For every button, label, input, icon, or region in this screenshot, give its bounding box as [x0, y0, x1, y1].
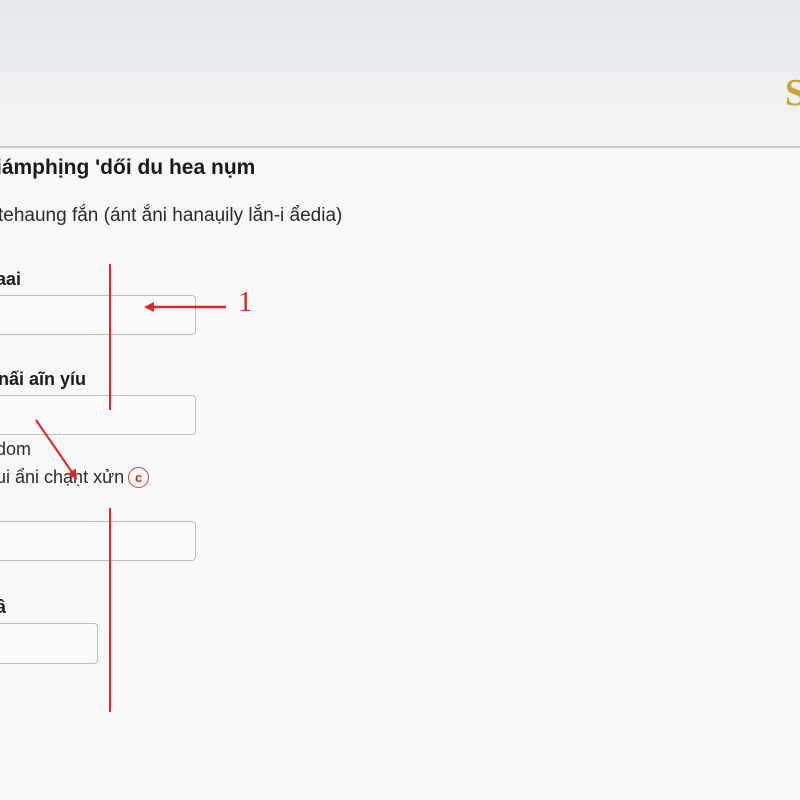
field-4-input[interactable]	[0, 623, 98, 664]
brand-logo: S	[784, 72, 800, 114]
field-2-input[interactable]	[0, 395, 196, 435]
field-2-label: nấi aĩn yíu	[0, 369, 87, 389]
annotation-number-1: 1	[238, 286, 253, 318]
field-1-input[interactable]	[0, 295, 196, 335]
app-header: S	[0, 0, 800, 146]
page-title: iámphịng 'dői du hea nụm	[0, 156, 256, 179]
option-text-2: ui ẩni chạḥt xửn c	[0, 467, 150, 488]
field-4-label: â	[0, 597, 7, 617]
field-3-input[interactable]	[0, 521, 196, 561]
page-subtitle: tehaung fắn (ánt ắni hanaụily lắn-i ẩedi…	[0, 205, 343, 226]
option-text-1: dom	[0, 439, 32, 459]
circle-c-icon[interactable]: c	[128, 467, 150, 488]
field-1-label: aai	[0, 269, 22, 289]
option-text-2-label: ui ẩni chạḥt xửn	[0, 467, 125, 487]
